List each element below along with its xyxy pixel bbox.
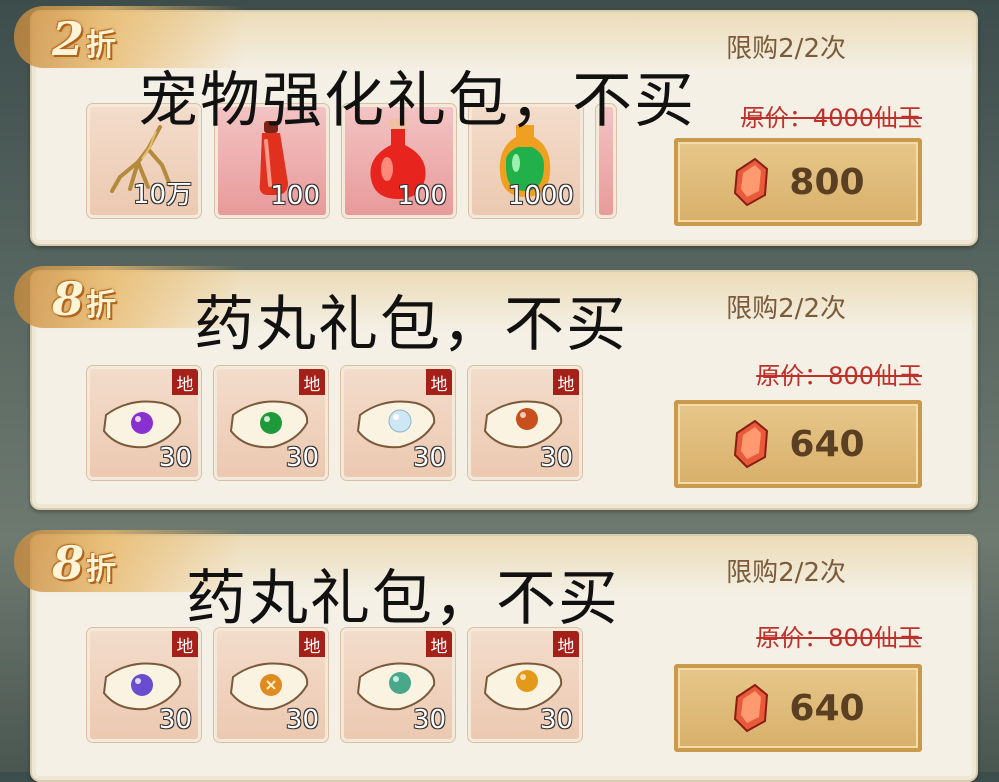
- item-quantity: 30: [539, 705, 573, 735]
- item-slot[interactable]: 地 30: [87, 628, 201, 742]
- buy-button[interactable]: 640: [674, 664, 922, 752]
- discount-badge: 8 折: [52, 272, 116, 330]
- item-quantity: 100: [270, 181, 320, 211]
- item-quantity: 1000: [507, 181, 574, 211]
- item-slot[interactable]: 地 30: [341, 366, 455, 480]
- price-value: 640: [789, 687, 865, 729]
- discount-number: 8: [52, 272, 85, 326]
- item-slot[interactable]: 地 30: [341, 628, 455, 742]
- purchase-limit: 限购2/2次: [726, 34, 846, 64]
- buy-button[interactable]: 640: [674, 400, 922, 488]
- price-value: 640: [789, 423, 865, 465]
- original-price: 原价：800仙玉: [756, 362, 922, 390]
- overlay-note: 药丸礼包，不买: [194, 290, 628, 360]
- item-quantity: 30: [285, 705, 319, 735]
- purchase-limit: 限购2/2次: [726, 558, 846, 588]
- purchase-limit: 限购2/2次: [726, 294, 846, 324]
- item-slot[interactable]: 地 30: [214, 628, 328, 742]
- buy-button[interactable]: 800: [674, 138, 922, 226]
- item-quantity: 30: [539, 443, 573, 473]
- jade-gem-icon: [734, 683, 769, 733]
- discount-suffix: 折: [86, 288, 117, 323]
- item-slot[interactable]: 地 30: [214, 366, 328, 480]
- discount-number: 8: [52, 536, 85, 590]
- price-value: 800: [789, 161, 865, 203]
- gift-pack-1: 2 折 限购2/2次 原价：4000仙玉 10万 100 100 1000 80…: [14, 6, 978, 246]
- gift-pack-3: 8 折 限购2/2次 原价：800仙玉 地 30 地 30 地 30 地 30 …: [14, 530, 978, 782]
- item-quantity: 10万: [132, 180, 192, 210]
- grade-tag: 地: [426, 369, 452, 395]
- grade-tag: 地: [299, 369, 325, 395]
- item-quantity: 30: [158, 443, 192, 473]
- item-quantity: 100: [397, 181, 447, 211]
- grade-tag: 地: [553, 369, 579, 395]
- discount-suffix: 折: [86, 28, 117, 63]
- jade-gem-icon: [734, 419, 769, 469]
- item-slot[interactable]: 地 30: [87, 366, 201, 480]
- discount-badge: 2 折: [52, 12, 116, 70]
- item-quantity: 30: [412, 443, 446, 473]
- discount-suffix: 折: [86, 552, 117, 587]
- item-quantity: 30: [158, 705, 192, 735]
- jade-gem-icon: [734, 157, 769, 207]
- overlay-note: 药丸礼包，不买: [186, 564, 620, 634]
- item-slot[interactable]: 地 30: [468, 628, 582, 742]
- gift-pack-2: 8 折 限购2/2次 原价：800仙玉 地 30 地 30 地 30 地 30 …: [14, 266, 978, 510]
- overlay-note: 宠物强化礼包，不买: [138, 66, 696, 136]
- item-quantity: 30: [412, 705, 446, 735]
- discount-badge: 8 折: [52, 536, 116, 594]
- discount-number: 2: [52, 12, 85, 66]
- item-quantity: 30: [285, 443, 319, 473]
- original-price: 原价：800仙玉: [756, 624, 922, 652]
- grade-tag: 地: [172, 369, 198, 395]
- original-price: 原价：4000仙玉: [740, 104, 922, 132]
- item-slot[interactable]: 地 30: [468, 366, 582, 480]
